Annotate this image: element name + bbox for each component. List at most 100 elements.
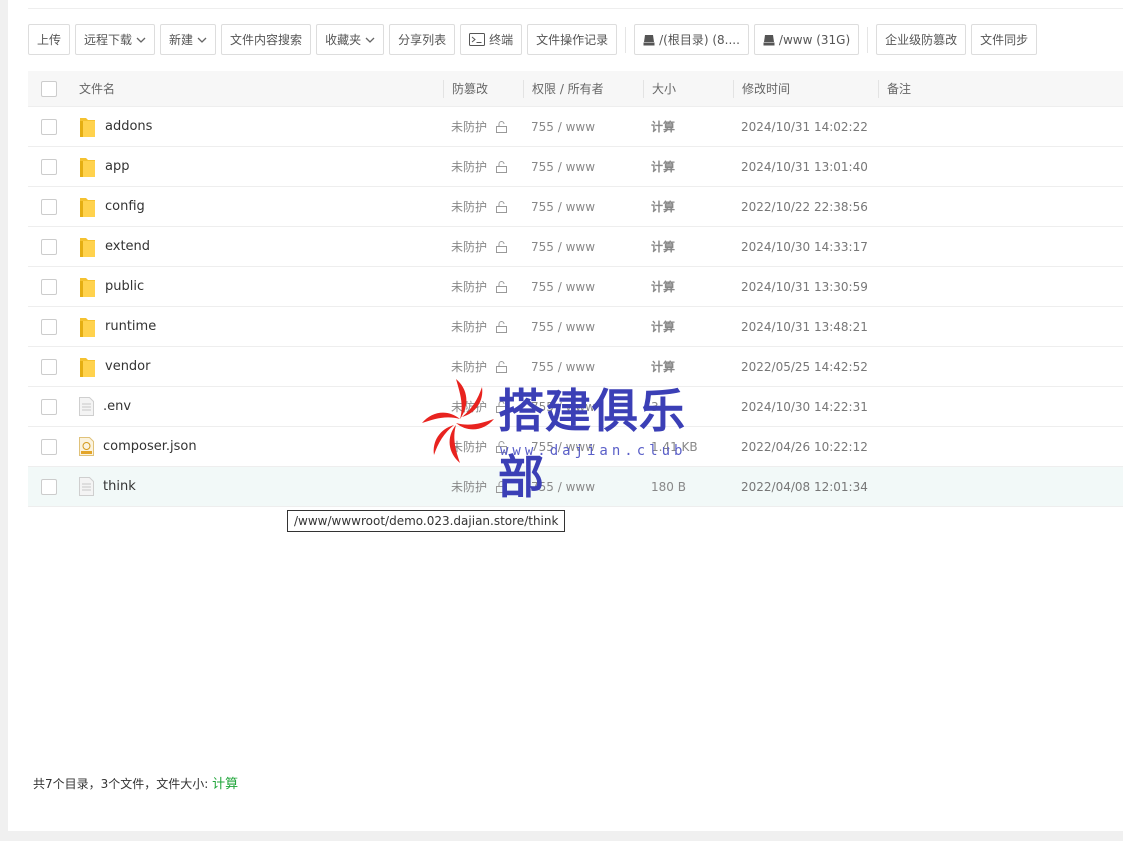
file-name-cell[interactable]: config <box>68 187 443 226</box>
protect-cell[interactable]: 未防护 <box>443 147 523 186</box>
unlock-icon[interactable] <box>495 200 508 213</box>
unlock-icon[interactable] <box>495 320 508 333</box>
protect-cell[interactable]: 未防护 <box>443 467 523 506</box>
protect-cell[interactable]: 未防护 <box>443 347 523 386</box>
table-row[interactable]: vendor 未防护 755 / www 计算 2022/05/25 14:42:52 <box>28 347 1123 387</box>
protect-cell[interactable]: 未防护 <box>443 307 523 346</box>
header-name[interactable]: 文件名 <box>68 71 443 106</box>
protect-cell[interactable]: 未防护 <box>443 267 523 306</box>
protect-cell[interactable]: 未防护 <box>443 187 523 226</box>
table-row[interactable]: think 未防护 755 / www 180 B 2022/04/08 12:01:3… <box>28 467 1123 507</box>
perm-cell[interactable]: 755 / www <box>523 307 643 346</box>
table-row[interactable]: app 未防护 755 / www 计算 2024/10/31 13:01:40 <box>28 147 1123 187</box>
unlock-icon[interactable] <box>495 240 508 253</box>
file-name[interactable]: vendor <box>105 359 150 374</box>
perm-cell[interactable]: 755 / www <box>523 427 643 466</box>
perm-cell[interactable]: 755 / www <box>523 187 643 226</box>
new-button[interactable]: 新建 <box>160 24 217 55</box>
perm-cell[interactable]: 755 / www <box>523 107 643 146</box>
unlock-icon[interactable] <box>495 400 508 413</box>
file-name-cell[interactable]: composer.json <box>68 427 443 466</box>
table-row[interactable]: config 未防护 755 / www 计算 2022/10/22 22:38:56 <box>28 187 1123 227</box>
table-row[interactable]: runtime 未防护 755 / www 计算 2024/10/31 13:48:21 <box>28 307 1123 347</box>
perm-cell[interactable]: 755 / www <box>523 267 643 306</box>
file-name[interactable]: composer.json <box>103 439 197 454</box>
file-name[interactable]: addons <box>105 119 152 134</box>
note-cell[interactable] <box>878 187 1123 226</box>
file-sync-button[interactable]: 文件同步 <box>971 24 1038 55</box>
operation-log-button[interactable]: 文件操作记录 <box>527 24 618 55</box>
remote-download-button[interactable]: 远程下载 <box>75 24 156 55</box>
file-name[interactable]: extend <box>105 239 150 254</box>
size-cell[interactable]: 计算 <box>643 107 733 146</box>
row-checkbox[interactable] <box>41 318 57 335</box>
file-name[interactable]: think <box>103 479 136 494</box>
file-name-cell[interactable]: .env <box>68 387 443 426</box>
unlock-icon[interactable] <box>495 480 508 493</box>
unlock-icon[interactable] <box>495 440 508 453</box>
row-checkbox[interactable] <box>41 478 57 495</box>
header-size[interactable]: 大小 <box>643 71 733 106</box>
select-all-checkbox[interactable] <box>41 80 57 97</box>
disk-root-button[interactable]: /(根目录) (8.... <box>634 24 749 55</box>
size-cell[interactable]: 计算 <box>643 227 733 266</box>
row-checkbox[interactable] <box>41 438 57 455</box>
file-name-cell[interactable]: think <box>68 467 443 506</box>
size-cell[interactable]: 计算 <box>643 307 733 346</box>
protect-cell[interactable]: 未防护 <box>443 227 523 266</box>
note-cell[interactable] <box>878 267 1123 306</box>
perm-cell[interactable]: 755 / www <box>523 147 643 186</box>
table-row[interactable]: public 未防护 755 / www 计算 2024/10/31 13:30:59 <box>28 267 1123 307</box>
perm-cell[interactable]: 755 / www <box>523 347 643 386</box>
file-name[interactable]: runtime <box>105 319 156 334</box>
row-checkbox[interactable] <box>41 238 57 255</box>
unlock-icon[interactable] <box>495 120 508 133</box>
note-cell[interactable] <box>878 147 1123 186</box>
size-cell[interactable]: 计算 <box>643 187 733 226</box>
row-checkbox[interactable] <box>41 158 57 175</box>
file-name-cell[interactable]: runtime <box>68 307 443 346</box>
table-row[interactable]: composer.json 未防护 755 / www 1.41 KB 2022/04/… <box>28 427 1123 467</box>
terminal-button[interactable]: 终端 <box>460 24 523 55</box>
file-name-cell[interactable]: public <box>68 267 443 306</box>
protect-cell[interactable]: 未防护 <box>443 387 523 426</box>
unlock-icon[interactable] <box>495 360 508 373</box>
disk-www-button[interactable]: /www (31G) <box>753 24 860 55</box>
note-cell[interactable] <box>878 387 1123 426</box>
note-cell[interactable] <box>878 427 1123 466</box>
content-search-button[interactable]: 文件内容搜索 <box>221 24 312 55</box>
share-list-button[interactable]: 分享列表 <box>389 24 456 55</box>
protect-cell[interactable]: 未防护 <box>443 427 523 466</box>
file-name[interactable]: app <box>105 159 129 174</box>
perm-cell[interactable]: 755 / www <box>523 227 643 266</box>
enterprise-protect-button[interactable]: 企业级防篡改 <box>876 24 967 55</box>
row-checkbox[interactable] <box>41 358 57 375</box>
table-row[interactable]: .env 未防护 755 / www 34 2024/10/30 14:22:31 <box>28 387 1123 427</box>
note-cell[interactable] <box>878 227 1123 266</box>
unlock-icon[interactable] <box>495 280 508 293</box>
row-checkbox[interactable] <box>41 118 57 135</box>
header-mtime[interactable]: 修改时间 <box>733 71 878 106</box>
table-row[interactable]: addons 未防护 755 / www 计算 2024/10/31 14:02:22 <box>28 107 1123 147</box>
file-name[interactable]: config <box>105 199 145 214</box>
upload-button[interactable]: 上传 <box>28 24 71 55</box>
size-cell[interactable]: 计算 <box>643 147 733 186</box>
size-cell[interactable]: 计算 <box>643 347 733 386</box>
row-checkbox[interactable] <box>41 198 57 215</box>
note-cell[interactable] <box>878 307 1123 346</box>
file-name[interactable]: .env <box>103 399 131 414</box>
file-name-cell[interactable]: extend <box>68 227 443 266</box>
file-name[interactable]: public <box>105 279 144 294</box>
unlock-icon[interactable] <box>495 160 508 173</box>
file-name-cell[interactable]: vendor <box>68 347 443 386</box>
size-cell[interactable]: 计算 <box>643 267 733 306</box>
table-row[interactable]: extend 未防护 755 / www 计算 2024/10/30 14:33:17 <box>28 227 1123 267</box>
footer-calc-link[interactable]: 计算 <box>212 777 238 792</box>
note-cell[interactable] <box>878 347 1123 386</box>
row-checkbox[interactable] <box>41 398 57 415</box>
row-checkbox[interactable] <box>41 278 57 295</box>
favorites-button[interactable]: 收藏夹 <box>316 24 385 55</box>
file-name-cell[interactable]: addons <box>68 107 443 146</box>
note-cell[interactable] <box>878 467 1123 506</box>
note-cell[interactable] <box>878 107 1123 146</box>
